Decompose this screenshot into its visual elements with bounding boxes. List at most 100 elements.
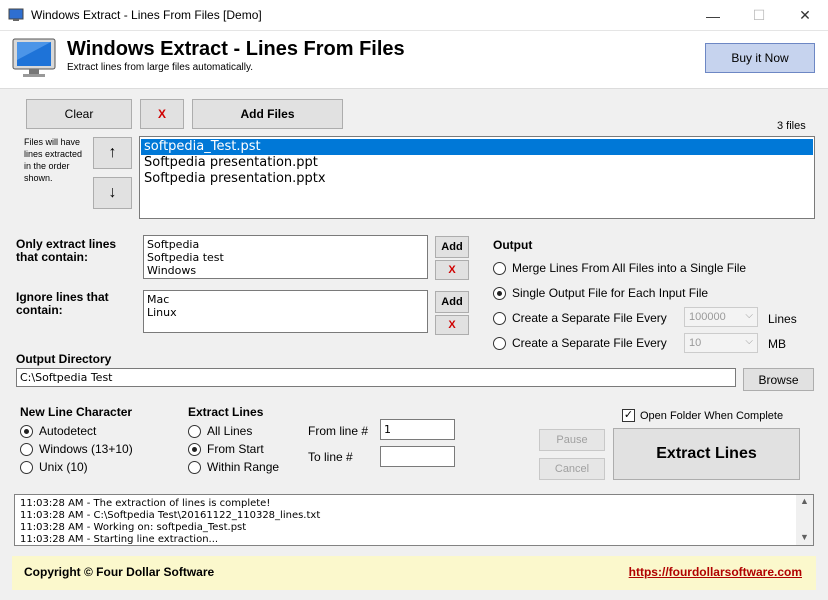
arrow-up-icon: ↑ [108,144,117,161]
newline-radio-circle [20,460,33,474]
extract-option[interactable]: All Lines [188,424,252,438]
extract-radio-circle [188,442,201,456]
newline-radio-label: Autodetect [39,424,97,438]
radio-every-mb[interactable]: Create a Separate File Every [493,336,667,350]
from-line-label: From line # [308,424,369,438]
pause-button[interactable]: Pause [539,429,605,451]
radio-single-circle [493,286,506,300]
to-line-input[interactable] [380,446,455,467]
clear-button[interactable]: Clear [26,99,132,129]
extract-heading: Extract Lines [188,405,264,419]
checkbox-check-icon: ✓ [622,409,635,422]
browse-button[interactable]: Browse [743,368,814,391]
every-lines-value: 100000 [689,311,726,323]
ignore-lines-input[interactable]: Mac Linux [143,290,428,333]
window-title: Windows Extract - Lines From Files [Demo… [31,8,262,22]
scroll-up-icon[interactable]: ▲ [800,496,809,506]
radio-every-lines[interactable]: Create a Separate File Every [493,311,667,325]
log-line: 11:03:28 AM - Working on: softpedia_Test… [20,522,247,533]
filter-line: Mac [147,293,170,306]
newline-option[interactable]: Autodetect [20,424,96,438]
radio-merge-label: Merge Lines From All Files into a Single… [512,261,747,275]
maximize-icon: ☐ [752,7,766,23]
remove-file-button[interactable]: X [140,99,184,129]
filter-line: Windows [147,264,197,277]
newline-radio-circle [20,424,33,438]
chevron-down-icon: ⌵ [745,336,753,347]
cancel-button[interactable]: Cancel [539,458,605,480]
every-lines-select[interactable]: 100000 ⌵ [684,307,758,327]
every-mb-select[interactable]: 10 ⌵ [684,333,758,353]
ignore-remove-button[interactable]: X [435,315,469,335]
include-lines-input[interactable]: Softpedia Softpedia test Windows [143,235,428,279]
log-line: 11:03:28 AM - The extraction of lines is… [20,498,271,509]
output-dir-label: Output Directory [16,352,112,366]
extract-radio-circle [188,460,201,474]
move-down-button[interactable]: ↓ [93,177,132,209]
radio-merge[interactable]: Merge Lines From All Files into a Single… [493,261,746,275]
file-list[interactable]: softpedia_Test.pst Softpedia presentation… [139,136,815,219]
file-count: 3 files [777,120,806,132]
newline-radio-circle [20,442,33,456]
monitor-logo-icon [12,38,56,77]
ignore-add-button[interactable]: Add [435,291,469,313]
extract-radio-label: All Lines [207,424,253,438]
extract-option[interactable]: Within Range [188,460,279,474]
from-line-value: 1 [384,423,391,436]
radio-every-mb-circle [493,336,506,350]
close-button[interactable]: ✕ [782,0,828,31]
filter-line: Linux [147,306,177,319]
app-subtitle: Extract lines from large files automatic… [67,62,253,73]
scroll-down-icon[interactable]: ▼ [800,532,809,542]
extract-radio-label: From Start [207,442,264,456]
minimize-button[interactable]: — [690,0,736,31]
radio-single[interactable]: Single Output File for Each Input File [493,286,708,300]
radio-every-lines-label: Create a Separate File Every [512,311,667,325]
app-icon [8,8,24,21]
arrow-down-icon: ↓ [108,184,117,201]
include-add-button[interactable]: Add [435,236,469,258]
radio-every-lines-circle [493,311,506,325]
footer: Copyright © Four Dollar Software https:/… [12,556,816,590]
move-up-button[interactable]: ↑ [93,137,132,169]
log-line: 11:03:28 AM - Starting line extraction..… [20,534,219,545]
log-panel[interactable]: 11:03:28 AM - The extraction of lines is… [14,494,814,546]
every-mb-unit: MB [768,337,786,351]
file-list-item[interactable]: Softpedia presentation.ppt [141,155,813,171]
every-lines-unit: Lines [768,312,797,326]
minimize-icon: — [706,7,720,24]
app-header: Windows Extract - Lines From Files Extra… [0,31,828,89]
log-line: 11:03:28 AM - C:\Softpedia Test\20161122… [20,510,321,521]
include-label: Only extract lines that contain: [16,237,117,264]
output-dir-input[interactable]: C:\Softpedia Test [16,368,736,387]
add-files-button[interactable]: Add Files [192,99,343,129]
log-scrollbar[interactable]: ▲ ▼ [796,495,813,545]
extract-lines-button[interactable]: Extract Lines [613,428,800,480]
buy-now-button[interactable]: Buy it Now [705,43,815,73]
extract-radio-label: Within Range [207,460,280,474]
file-list-item[interactable]: softpedia_Test.pst [141,139,813,155]
title-bar: Windows Extract - Lines From Files [Demo… [0,0,828,31]
maximize-button[interactable]: ☐ [736,0,782,31]
include-remove-button[interactable]: X [435,260,469,280]
radio-single-label: Single Output File for Each Input File [512,286,709,300]
copyright-text: Copyright © Four Dollar Software [24,565,215,579]
radio-every-mb-label: Create a Separate File Every [512,336,667,350]
extract-option[interactable]: From Start [188,442,264,456]
chevron-down-icon: ⌵ [745,310,753,321]
close-icon: ✕ [799,7,811,23]
newline-option[interactable]: Unix (10) [20,460,88,474]
newline-radio-label: Unix (10) [39,460,88,474]
newline-option[interactable]: Windows (13+10) [20,442,133,456]
website-link[interactable]: https://fourdollarsoftware.com [629,565,802,579]
open-folder-checkbox[interactable]: ✓ Open Folder When Complete [622,409,783,422]
file-list-item[interactable]: Softpedia presentation.pptx [141,171,813,187]
from-line-input[interactable]: 1 [380,419,455,440]
ignore-label: Ignore lines that contain: [16,290,109,317]
newline-radio-label: Windows (13+10) [39,442,133,456]
open-folder-label: Open Folder When Complete [640,409,784,422]
filter-line: Softpedia [147,238,200,251]
to-line-label: To line # [308,450,353,464]
output-heading: Output [493,238,533,252]
filter-line: Softpedia test [147,251,224,264]
